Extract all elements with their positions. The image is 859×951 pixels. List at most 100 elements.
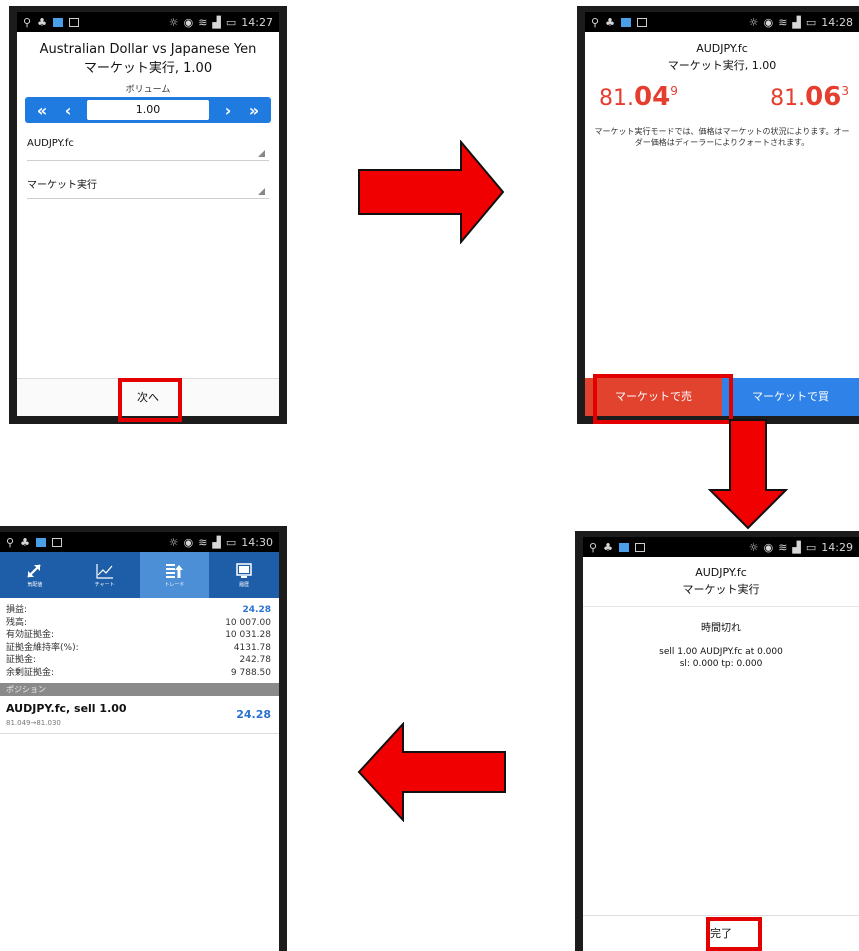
sync-icon: ☼	[748, 15, 759, 29]
bid-price-fraction: 9	[670, 84, 678, 98]
android-icon: ♣	[603, 540, 613, 554]
volume-increase-fast-button[interactable]: »	[241, 101, 267, 120]
summary-value: 24.28	[242, 605, 271, 615]
alarm-icon: ◉	[183, 535, 194, 549]
volume-stepper: « ‹ 1.00 › »	[25, 97, 271, 123]
notification-icon	[618, 542, 629, 552]
phone-screen-order: ⚲ ♣ ☼ ◉ ≋ ▟ ▭ 14:27 Australian Dollar vs…	[9, 6, 287, 424]
execution-subtitle: マーケット実行, 1.00	[667, 59, 777, 72]
result-subtitle: マーケット実行	[682, 583, 760, 596]
signal-icon: ▟	[792, 540, 801, 554]
status-bar: ⚲ ♣ ☼ ◉ ≋ ▟ ▭ 14:29	[583, 537, 859, 557]
usb-icon: ⚲	[589, 540, 598, 554]
volume-increase-button[interactable]: ›	[215, 101, 241, 120]
tab-chart[interactable]: チャート	[70, 552, 140, 598]
android-icon: ♣	[20, 535, 30, 549]
phone-screen-market-execution: ⚲ ♣ ☼ ◉ ≋ ▟ ▭ 14:28 AUDJPY.fc マーケット実行, 1…	[577, 6, 859, 424]
alarm-icon: ◉	[183, 15, 194, 29]
dropdown-icon	[258, 150, 265, 157]
order-type-select[interactable]: マーケット実行	[27, 171, 269, 199]
tab-trade-label: トレード	[164, 581, 185, 588]
android-icon: ♣	[37, 15, 47, 29]
ask-price-fraction: 3	[841, 84, 849, 98]
arrow-left-icon	[357, 722, 506, 822]
image-icon	[634, 542, 645, 552]
summary-row-margin: 証拠金: 242.78	[6, 654, 271, 667]
usb-icon: ⚲	[6, 535, 15, 549]
summary-label: 証拠金維持率(%):	[6, 642, 79, 653]
summary-label: 残高:	[6, 617, 28, 628]
image-icon	[51, 537, 62, 547]
buy-by-market-button[interactable]: マーケットで買	[722, 378, 859, 416]
trade-icon	[166, 563, 184, 578]
summary-value: 10 031.28	[225, 630, 271, 640]
android-icon: ♣	[605, 15, 615, 29]
summary-label: 余剰証拠金:	[6, 667, 55, 678]
tab-history[interactable]: 履歴	[209, 552, 279, 598]
status-bar: ⚲ ♣ ☼ ◉ ≋ ▟ ▭ 14:27	[17, 12, 279, 32]
usb-icon: ⚲	[23, 15, 32, 29]
tab-quotes[interactable]: 気配値	[0, 552, 70, 598]
execution-note: マーケット実行モードでは、価格はマーケットの状況によります。オーダー価格はディー…	[594, 127, 850, 147]
image-icon	[636, 17, 647, 27]
battery-icon: ▭	[805, 540, 817, 554]
quotes-icon	[27, 563, 41, 578]
ask-price-prefix: 81.	[770, 86, 806, 111]
ask-price-pips: 06	[805, 82, 842, 112]
signal-icon: ▟	[792, 15, 801, 29]
bid-price-pips: 04	[634, 82, 671, 112]
position-row[interactable]: AUDJPY.fc, sell 1.00 81.049→81.030 24.28	[0, 696, 279, 734]
summary-row-free-margin: 余剰証拠金: 9 788.50	[6, 667, 271, 680]
volume-decrease-button[interactable]: ‹	[55, 101, 81, 120]
alarm-icon: ◉	[763, 540, 774, 554]
sync-icon: ☼	[168, 15, 179, 29]
status-time: 14:30	[241, 535, 273, 549]
sync-icon: ☼	[748, 540, 759, 554]
image-icon	[68, 17, 79, 27]
result-message: 時間切れ	[701, 623, 741, 634]
positions-header: ポジション	[0, 683, 279, 696]
tab-trade[interactable]: トレード	[139, 552, 210, 598]
bottom-tab-bar: 気配値 チャート トレード 履歴	[0, 552, 279, 598]
summary-value: 4131.78	[233, 642, 271, 653]
phone-screen-result: ⚲ ♣ ☼ ◉ ≋ ▟ ▭ 14:29 AUDJPY.fc マーケット実行 時間…	[575, 531, 859, 951]
result-title: AUDJPY.fc マーケット実行	[583, 557, 859, 598]
highlight-box-sell	[593, 374, 733, 424]
chart-icon	[96, 563, 113, 579]
notification-icon	[35, 537, 46, 547]
highlight-box-done	[706, 917, 762, 951]
summary-value: 9 788.50	[230, 667, 271, 678]
symbol-label: AUDJPY.fc	[695, 566, 747, 579]
battery-icon: ▭	[225, 15, 237, 29]
tab-history-label: 履歴	[239, 581, 250, 588]
status-bar: ⚲ ♣ ☼ ◉ ≋ ▟ ▭ 14:28	[585, 12, 859, 32]
phone-screen-trade: ⚲ ♣ ☼ ◉ ≋ ▟ ▭ 14:30 気配値 チャート トレード 履歴 損益:…	[0, 526, 287, 951]
position-prices: 81.049→81.030	[6, 719, 61, 727]
signal-icon: ▟	[212, 15, 221, 29]
position-name: AUDJPY.fc, sell 1.00	[6, 702, 127, 715]
symbol-label: AUDJPY.fc	[696, 42, 748, 55]
symbol-select[interactable]: AUDJPY.fc	[27, 133, 269, 161]
arrow-right-icon	[358, 140, 505, 244]
notification-icon	[52, 17, 63, 27]
summary-label: 証拠金:	[6, 655, 37, 665]
result-detail-sltp: sl: 0.000 tp: 0.000	[679, 659, 763, 669]
ask-price: 81.063	[770, 82, 849, 112]
volume-decrease-fast-button[interactable]: «	[29, 101, 55, 120]
summary-row-margin-level: 証拠金維持率(%): 4131.78	[6, 642, 271, 655]
status-bar: ⚲ ♣ ☼ ◉ ≋ ▟ ▭ 14:30	[0, 532, 279, 552]
bid-price-prefix: 81.	[599, 86, 634, 111]
sync-icon: ☼	[168, 535, 179, 549]
volume-input[interactable]: 1.00	[87, 100, 209, 120]
summary-row-balance: 残高: 10 007.00	[6, 617, 271, 630]
result-detail: sell 1.00 AUDJPY.fc at 0.000 sl: 0.000 t…	[583, 646, 859, 670]
wifi-icon: ≋	[198, 15, 208, 29]
summary-row-profit: 損益: 24.28	[6, 604, 271, 617]
symbol-select-value: AUDJPY.fc	[27, 138, 74, 149]
position-profit: 24.28	[236, 708, 271, 721]
account-summary: 損益: 24.28 残高: 10 007.00 有効証拠金: 10 031.28…	[0, 598, 279, 681]
divider	[583, 606, 859, 607]
battery-icon: ▭	[225, 535, 237, 549]
notification-icon	[620, 17, 631, 27]
order-type-value: マーケット実行	[27, 180, 97, 191]
